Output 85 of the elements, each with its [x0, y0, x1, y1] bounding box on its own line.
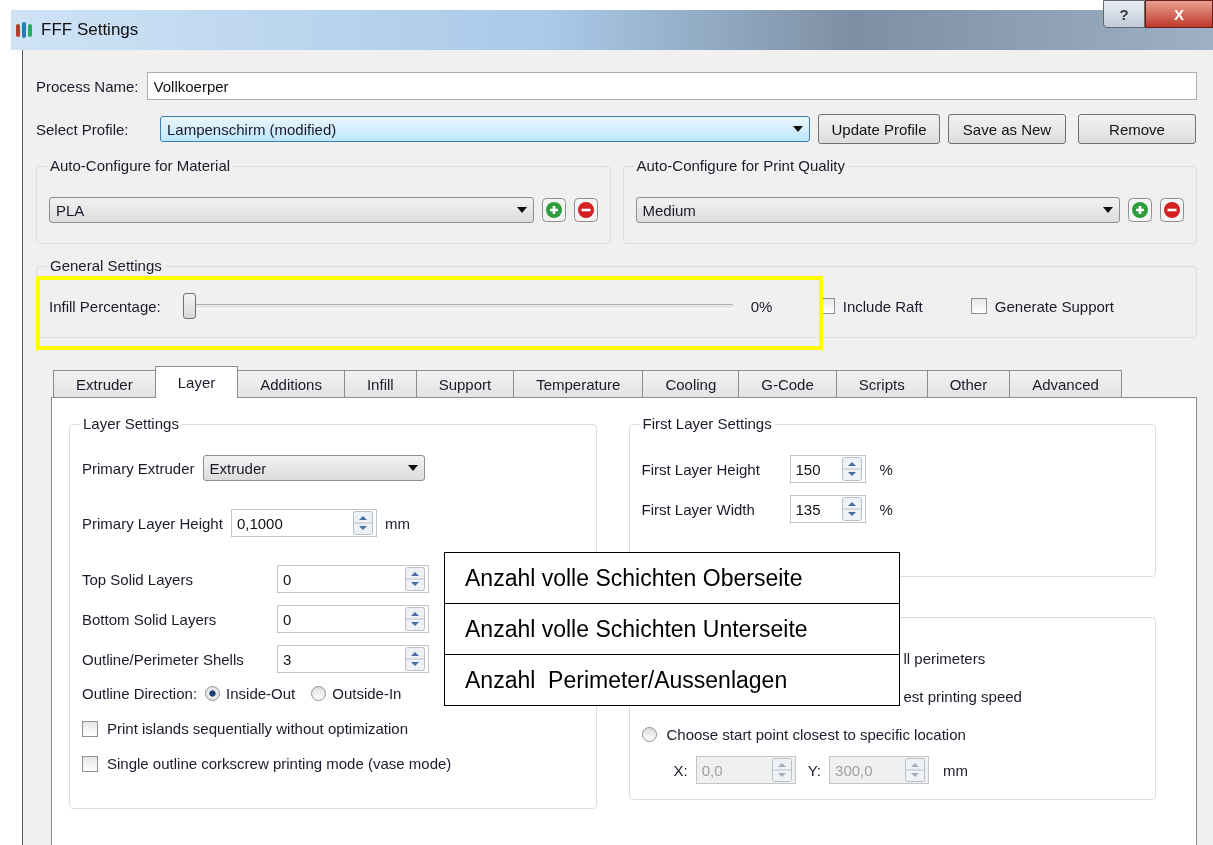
field-label: First Layer Width: [641, 500, 756, 518]
group-title: Auto-Configure for Print Quality: [633, 157, 848, 174]
tab[interactable]: Layer: [154, 366, 239, 398]
unit-label: %: [879, 500, 893, 518]
help-button[interactable]: ?: [1103, 0, 1145, 28]
tab[interactable]: Cooling: [642, 370, 740, 398]
radio-label: Outside-In: [332, 685, 402, 702]
infill-slider[interactable]: [182, 293, 733, 319]
radio-label: Inside-Out: [226, 685, 296, 702]
add-icon[interactable]: [541, 198, 566, 222]
spinbox[interactable]: 135: [789, 495, 866, 523]
extruder-dropdown[interactable]: Extruder: [202, 455, 425, 481]
checkbox-label: Print islands sequentially without optimization: [107, 720, 408, 737]
group-title: General Settings: [47, 257, 165, 274]
field-label: Top Solid Layers: [82, 570, 194, 588]
spinbox[interactable]: 3: [277, 645, 429, 673]
tab[interactable]: Extruder: [53, 370, 156, 398]
group-title: Auto-Configure for Material: [47, 157, 234, 174]
spin-arrows-icon[interactable]: [841, 497, 862, 521]
field-label: Outline Direction:: [82, 685, 198, 702]
spinbox[interactable]: 150: [789, 455, 866, 483]
layer-height-spinbox[interactable]: 0,1000: [230, 509, 377, 537]
preset-dropdown[interactable]: PLA: [49, 197, 534, 223]
checkbox[interactable]: [970, 298, 987, 314]
spin-arrows-icon[interactable]: [352, 511, 373, 535]
field-label: Select Profile:: [36, 120, 130, 138]
callout-text: Anzahl Perimeter/Aussenlagen: [445, 654, 899, 705]
radio-label: ll perimeters: [903, 649, 986, 667]
tab[interactable]: Temperature: [513, 370, 644, 398]
remove-button[interactable]: Remove: [1078, 114, 1196, 144]
radio-label: Choose start point closest to specific location: [666, 725, 966, 743]
spin-arrows-icon[interactable]: [405, 647, 425, 671]
field-label: X:: [673, 761, 688, 779]
field-label: First Layer Height: [641, 460, 761, 478]
field-label: Primary Layer Height: [82, 514, 223, 532]
unit-label: mm: [384, 514, 410, 532]
remove-icon[interactable]: [1160, 198, 1184, 222]
field-label: Infill Percentage:: [49, 297, 161, 315]
tab[interactable]: Infill: [343, 370, 417, 398]
caret-icon: [516, 207, 527, 213]
spin-arrows-icon[interactable]: [405, 567, 425, 591]
radio-button[interactable]: [205, 686, 221, 701]
tab[interactable]: Scripts: [835, 370, 928, 398]
checkbox-label: Include Raft: [842, 297, 923, 315]
tab[interactable]: Other: [926, 370, 1011, 398]
slider-thumb[interactable]: [182, 293, 196, 319]
tab[interactable]: Advanced: [1009, 370, 1122, 398]
spin-arrows-icon[interactable]: [841, 457, 862, 481]
profile-dropdown[interactable]: Lampenschirm (modified): [160, 116, 810, 142]
remove-icon[interactable]: [573, 198, 598, 222]
caret-icon: [1103, 207, 1113, 213]
tab[interactable]: Support: [415, 370, 515, 398]
caret-icon: [407, 465, 418, 471]
field-label: Bottom Solid Layers: [82, 610, 218, 628]
window-title: FFF Settings: [41, 20, 139, 40]
save-as-new-button[interactable]: Save as New: [948, 114, 1066, 144]
preset-dropdown[interactable]: Medium: [635, 197, 1120, 223]
update-profile-button[interactable]: Update Profile: [818, 114, 940, 144]
radio-button[interactable]: [311, 686, 327, 701]
checkbox[interactable]: [82, 755, 98, 772]
caret-icon: [793, 126, 803, 132]
spinbox[interactable]: 0: [277, 565, 429, 593]
slider-value: 0%: [750, 297, 774, 315]
radio-label: est printing speed: [903, 687, 1022, 705]
field-label: Y:: [807, 761, 822, 779]
app-icon: [15, 21, 33, 39]
close-button[interactable]: X: [1145, 0, 1213, 28]
field-label: Outline/Perimeter Shells: [82, 650, 245, 668]
group-title: Layer Settings: [80, 415, 182, 432]
group-title: First Layer Settings: [639, 415, 775, 432]
field-label: Process Name:: [36, 77, 139, 95]
callout-text: Anzahl volle Schichten Oberseite: [464, 563, 804, 593]
checkbox[interactable]: [82, 720, 98, 737]
field-label: Primary Extruder: [82, 459, 195, 477]
process-name-field[interactable]: Vollkoerper: [146, 72, 1197, 100]
checkbox-label: Single outline corkscrew printing mode (vase mode): [107, 755, 452, 772]
spin-arrows-icon[interactable]: [405, 607, 425, 631]
spinbox[interactable]: 0: [277, 605, 429, 633]
tab[interactable]: G-Code: [738, 370, 837, 398]
tab[interactable]: Additions: [237, 370, 345, 398]
add-icon[interactable]: [1128, 198, 1152, 222]
unit-label: %: [879, 460, 893, 478]
callout-text: Anzahl volle Schichten Unterseite: [445, 603, 899, 654]
unit-label: mm: [943, 761, 969, 779]
checkbox-label: Generate Support: [994, 297, 1115, 315]
